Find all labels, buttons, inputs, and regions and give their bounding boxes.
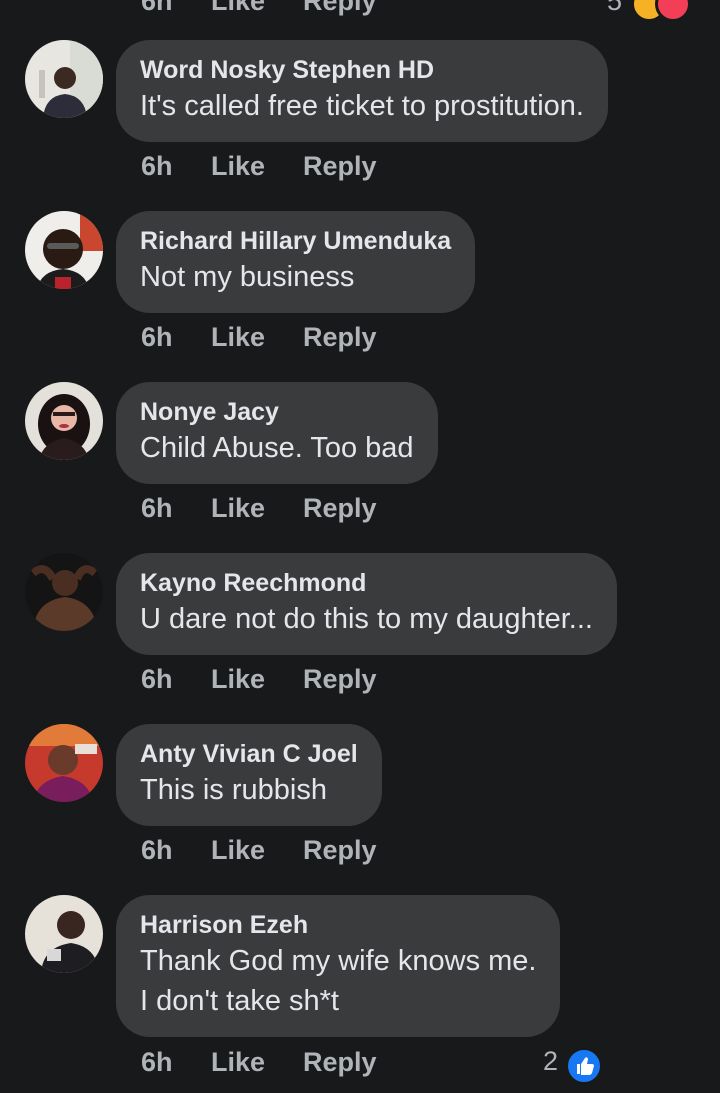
- comment-timestamp[interactable]: 6h: [141, 151, 173, 182]
- comment-timestamp[interactable]: 6h: [141, 493, 173, 524]
- comment-bubble[interactable]: Anty Vivian C Joel This is rubbish: [116, 724, 382, 826]
- reaction-icons[interactable]: [631, 0, 701, 22]
- like-link[interactable]: Like: [211, 151, 265, 182]
- comment-bubble[interactable]: Harrison Ezeh Thank God my wife knows me…: [116, 895, 561, 1037]
- comment-timestamp[interactable]: 6h: [141, 835, 173, 866]
- comment-timestamp[interactable]: 6h: [141, 1047, 173, 1078]
- reply-link[interactable]: Reply: [303, 1047, 377, 1078]
- avatar[interactable]: [25, 211, 103, 289]
- comment-bubble[interactable]: Richard Hillary Umenduka Not my business: [116, 211, 476, 313]
- reaction-count[interactable]: 2: [543, 1046, 558, 1082]
- like-link[interactable]: Like: [211, 1047, 265, 1078]
- comment-text: It's called free ticket to prostitution.: [140, 90, 584, 122]
- reply-link[interactable]: Reply: [303, 835, 377, 866]
- like-reaction-icon[interactable]: [566, 1048, 602, 1084]
- comment-author[interactable]: Anty Vivian C Joel: [140, 738, 358, 770]
- comment-author[interactable]: Nonye Jacy: [140, 396, 414, 428]
- avatar[interactable]: [25, 40, 103, 118]
- comment-text-line-2: I don't take sh*t: [140, 985, 339, 1017]
- comment-text: Not my business: [140, 261, 355, 293]
- reply-link[interactable]: Reply: [303, 151, 377, 182]
- comment-text: Child Abuse. Too bad: [140, 432, 414, 464]
- previous-comment-actions: 6h Like Reply 5: [141, 0, 720, 22]
- comment-author[interactable]: Harrison Ezeh: [140, 909, 536, 941]
- comment-bubble[interactable]: Nonye Jacy Child Abuse. Too bad: [116, 382, 438, 484]
- comment-author[interactable]: Word Nosky Stephen HD: [140, 54, 584, 86]
- avatar[interactable]: [25, 553, 103, 631]
- reply-link[interactable]: Reply: [303, 664, 377, 695]
- like-link[interactable]: Like: [211, 0, 265, 17]
- reply-link[interactable]: Reply: [303, 493, 377, 524]
- love-reaction-icon: [655, 0, 691, 22]
- comment-text-line-1: Thank God my wife knows me.: [140, 945, 537, 977]
- comment-timestamp[interactable]: 6h: [141, 322, 173, 353]
- like-link[interactable]: Like: [211, 322, 265, 353]
- avatar[interactable]: [25, 382, 103, 460]
- comment-author[interactable]: Kayno Reechmond: [140, 567, 593, 599]
- comment-text: U dare not do this to my daughter...: [140, 603, 593, 635]
- comment-text: This is rubbish: [140, 774, 327, 806]
- like-link[interactable]: Like: [211, 664, 265, 695]
- comment-bubble[interactable]: Word Nosky Stephen HD It's called free t…: [116, 40, 608, 142]
- avatar[interactable]: [25, 724, 103, 802]
- comment-bubble[interactable]: Kayno Reechmond U dare not do this to my…: [116, 553, 617, 655]
- like-link[interactable]: Like: [211, 493, 265, 524]
- reply-link[interactable]: Reply: [303, 0, 377, 17]
- like-link[interactable]: Like: [211, 835, 265, 866]
- reaction-count[interactable]: 5: [607, 0, 622, 17]
- comment-author[interactable]: Richard Hillary Umenduka: [140, 225, 451, 257]
- avatar[interactable]: [25, 895, 103, 973]
- comment-timestamp: 6h: [141, 0, 173, 16]
- reply-link[interactable]: Reply: [303, 322, 377, 353]
- comment-timestamp[interactable]: 6h: [141, 664, 173, 695]
